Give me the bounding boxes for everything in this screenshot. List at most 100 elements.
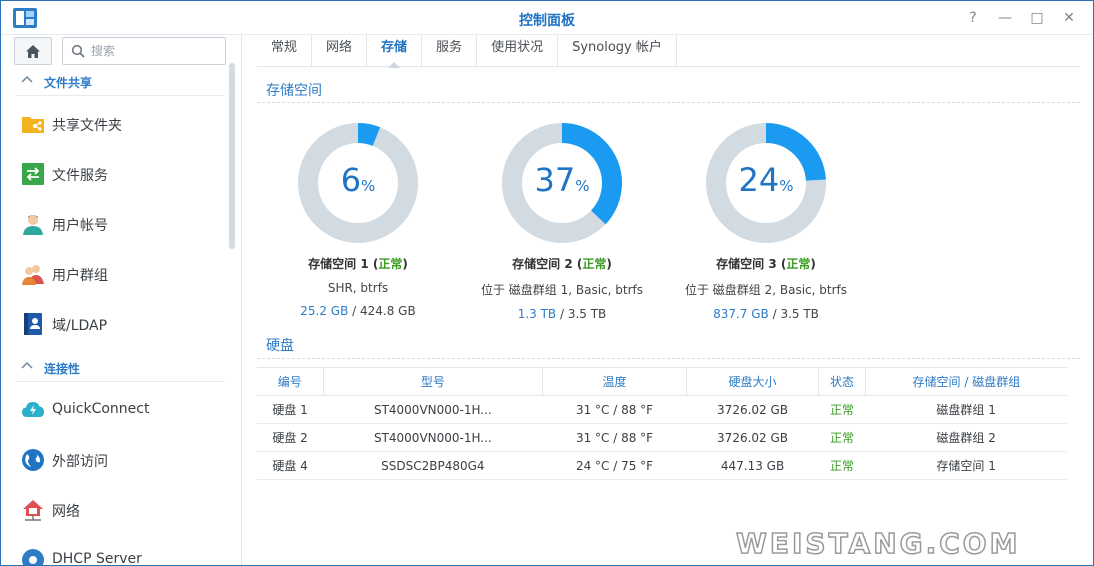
window-title: 控制面板	[519, 13, 575, 29]
divider	[257, 102, 1080, 103]
table-row[interactable]: 硬盘 2 ST4000VN000-1H... 31 °C / 88 °F 372…	[257, 423, 1067, 452]
column-header-status[interactable]: 状态	[818, 367, 866, 396]
column-header-size[interactable]: 硬盘大小	[686, 367, 820, 396]
volume-status: 正常	[378, 257, 403, 271]
tab-usage[interactable]: 使用状况	[477, 35, 559, 67]
table-row[interactable]: 硬盘 4 SSDSC2BP480G4 24 °C / 75 °F 447.13 …	[257, 451, 1067, 480]
column-header-volume[interactable]: 存储空间 / 磁盘群组	[865, 367, 1067, 396]
sidebar-scrollbar[interactable]	[229, 63, 235, 249]
volume-name: 存储空间 3 (正常)	[716, 257, 816, 271]
sidebar: 文件共享 共享文件夹 文件服务 用户帐号	[1, 35, 242, 565]
cell-id: 硬盘 1	[257, 395, 324, 424]
table-row[interactable]: 硬盘 1 ST4000VN000-1H... 31 °C / 88 °F 372…	[257, 395, 1067, 424]
section-label: 连接性	[44, 362, 81, 376]
sidebar-item-label: 用户帐号	[52, 218, 108, 234]
search-icon	[71, 44, 85, 58]
volume-card[interactable]: 6% 存储空间 1 (正常) SHR, btrfs 25.2 GB / 424.…	[253, 121, 463, 318]
tab-general[interactable]: 常规	[257, 35, 313, 67]
sidebar-item-ldap[interactable]: 域/LDAP	[15, 302, 227, 346]
volume-usage: 1.3 TB / 3.5 TB	[517, 307, 607, 321]
search-box[interactable]	[62, 37, 226, 65]
ldap-icon	[24, 313, 42, 335]
cell-volume: 存储空间 1	[865, 451, 1067, 480]
tab-services[interactable]: 服务	[422, 35, 478, 67]
external-access-icon	[22, 449, 44, 471]
disk-table: 编号 型号 温度 硬盘大小 状态 存储空间 / 磁盘群组 硬盘 1 ST4000…	[257, 367, 1067, 480]
usage-percent: 37%	[534, 161, 590, 199]
table-header-row: 编号 型号 温度 硬盘大小 状态 存储空间 / 磁盘群组	[257, 367, 1067, 396]
group-icon	[22, 265, 44, 285]
sidebar-item-label: 外部访问	[52, 454, 108, 470]
cell-status: 正常	[818, 395, 866, 424]
cell-temperature: 31 °C / 88 °F	[542, 423, 687, 452]
home-icon	[26, 44, 40, 58]
minimize-button[interactable]: —	[996, 9, 1014, 27]
sidebar-item-user[interactable]: 用户帐号	[15, 202, 227, 246]
cell-size: 447.13 GB	[686, 451, 819, 480]
sidebar-item-label: 用户群组	[52, 268, 108, 284]
volume-card[interactable]: 37% 存储空间 2 (正常) 位于 磁盘群组 1, Basic, btrfs …	[457, 121, 667, 321]
column-header-id[interactable]: 编号	[257, 367, 324, 396]
chevron-up-icon	[21, 75, 33, 83]
help-button[interactable]: ?	[964, 9, 982, 27]
sidebar-item-shared-folder[interactable]: 共享文件夹	[15, 102, 227, 146]
cell-volume: 磁盘群组 2	[865, 423, 1067, 452]
sidebar-item-label: 网络	[52, 504, 80, 520]
cell-id: 硬盘 4	[257, 451, 324, 480]
cell-model: ST4000VN000-1H...	[323, 423, 543, 452]
watermark: WEISTANG.COM	[735, 526, 1021, 561]
sidebar-item-quickconnect[interactable]: QuickConnect	[15, 388, 227, 432]
volume-description: 位于 磁盘群组 1, Basic, btrfs	[480, 283, 644, 297]
sidebar-item-dhcp[interactable]: DHCP Server	[15, 538, 227, 565]
home-button[interactable]	[14, 37, 52, 65]
user-icon	[23, 215, 43, 235]
volume-status: 正常	[582, 257, 607, 271]
sidebar-item-label: QuickConnect	[52, 401, 150, 417]
volume-description: 位于 磁盘群组 2, Basic, btrfs	[684, 283, 848, 297]
cell-model: ST4000VN000-1H...	[323, 395, 543, 424]
volume-usage: 837.7 GB / 3.5 TB	[713, 307, 819, 321]
column-header-model[interactable]: 型号	[323, 367, 544, 396]
control-panel-window: 控制面板 ? — □ ✕ 文件共享	[0, 0, 1094, 566]
cell-temperature: 31 °C / 88 °F	[542, 395, 687, 424]
chevron-up-icon	[21, 361, 33, 369]
divider	[257, 358, 1080, 359]
sidebar-item-network[interactable]: 网络	[15, 488, 227, 532]
main-panel: 常规 网络 存储 服务 使用状况 Synology 帐户 存储空间 6% 存储空…	[243, 35, 1093, 565]
volume-card[interactable]: 24% 存储空间 3 (正常) 位于 磁盘群组 2, Basic, btrfs …	[661, 121, 871, 321]
tab-synology-account[interactable]: Synology 帐户	[558, 35, 677, 67]
sidebar-item-external-access[interactable]: 外部访问	[15, 438, 227, 482]
cell-status: 正常	[818, 451, 866, 480]
section-connectivity[interactable]: 连接性	[15, 354, 225, 382]
close-button[interactable]: ✕	[1060, 9, 1078, 27]
quickconnect-icon	[22, 402, 44, 417]
cell-status: 正常	[818, 423, 866, 452]
maximize-button[interactable]: □	[1028, 9, 1046, 27]
section-file-sharing[interactable]: 文件共享	[15, 68, 225, 96]
volume-name: 存储空间 1 (正常)	[308, 257, 408, 271]
tab-storage[interactable]: 存储	[367, 35, 423, 68]
sidebar-item-label: 域/LDAP	[52, 318, 108, 334]
tab-bar: 常规 网络 存储 服务 使用状况 Synology 帐户	[257, 35, 1080, 68]
search-input[interactable]	[91, 42, 219, 60]
usage-percent: 6%	[340, 161, 376, 199]
storage-section-title: 存储空间	[266, 83, 322, 99]
column-header-temperature[interactable]: 温度	[542, 367, 687, 396]
sidebar-item-label: DHCP Server	[52, 551, 142, 565]
volume-usage: 25.2 GB / 424.8 GB	[300, 304, 416, 318]
volume-description: SHR, btrfs	[327, 281, 389, 295]
cell-volume: 磁盘群组 1	[865, 395, 1067, 424]
sidebar-item-label: 文件服务	[52, 168, 108, 184]
file-services-icon	[22, 163, 44, 185]
sidebar-item-label: 共享文件夹	[52, 118, 122, 134]
section-label: 文件共享	[44, 76, 93, 90]
tab-network[interactable]: 网络	[312, 35, 368, 67]
sidebar-item-file-services[interactable]: 文件服务	[15, 152, 227, 196]
disk-section-title: 硬盘	[266, 338, 294, 354]
dhcp-icon	[22, 549, 44, 565]
volume-status: 正常	[786, 257, 811, 271]
cell-size: 3726.02 GB	[686, 423, 819, 452]
cell-temperature: 24 °C / 75 °F	[542, 451, 687, 480]
sidebar-item-group[interactable]: 用户群组	[15, 252, 227, 296]
title-bar: 控制面板 ? — □ ✕	[1, 1, 1093, 35]
